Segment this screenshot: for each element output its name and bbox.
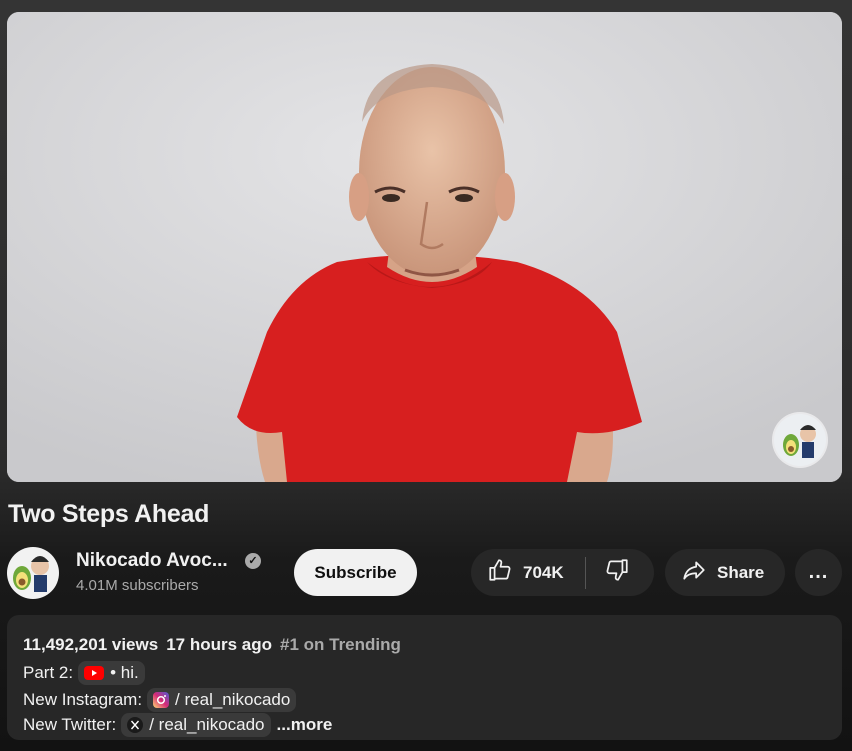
description-box[interactable]: 11,492,201 views 17 hours ago #1 on Tren… — [7, 615, 842, 740]
more-actions-button[interactable]: ... — [795, 549, 842, 596]
instagram-line: New Instagram: / real_nikocado — [23, 688, 297, 712]
share-arrow-icon — [681, 557, 707, 588]
verified-check-icon: ✓ — [245, 553, 261, 569]
instagram-link-text: / real_nikocado — [175, 690, 291, 709]
instagram-label: New Instagram: — [23, 690, 143, 709]
like-count: 704K — [523, 562, 564, 582]
like-button[interactable]: 704K — [471, 549, 585, 596]
video-frame — [7, 12, 842, 482]
thumbs-up-icon — [487, 557, 513, 588]
twitter-label: New Twitter: — [23, 715, 117, 734]
trending-badge[interactable]: #1 on Trending — [280, 635, 401, 655]
twitter-line: New Twitter: / real_nikocado ...more — [23, 713, 332, 737]
channel-avatar-icon[interactable] — [7, 547, 59, 599]
video-title: Two Steps Ahead — [8, 500, 210, 528]
like-dislike-group: 704K — [471, 549, 654, 596]
channel-name[interactable]: Nikocado Avoc... — [76, 550, 228, 572]
upload-age: 17 hours ago — [166, 635, 272, 654]
more-dots-icon: ... — [808, 561, 829, 583]
video-player[interactable] — [7, 12, 842, 482]
share-label: Share — [717, 562, 765, 582]
part2-line: Part 2: • hi. — [23, 661, 145, 685]
instagram-link[interactable]: / real_nikocado — [147, 688, 297, 712]
view-count: 11,492,201 views — [23, 635, 159, 654]
subscriber-count: 4.01M subscribers — [76, 577, 199, 594]
twitter-link-text: / real_nikocado — [149, 715, 265, 734]
part2-link[interactable]: • hi. — [78, 661, 145, 685]
twitter-link[interactable]: / real_nikocado — [121, 713, 271, 737]
instagram-icon — [153, 692, 170, 708]
x-twitter-icon — [127, 717, 144, 733]
part2-link-text: • hi. — [110, 663, 139, 682]
share-button[interactable]: Share — [665, 549, 785, 596]
part2-label: Part 2: — [23, 663, 74, 682]
youtube-icon — [84, 666, 105, 680]
video-meta: 11,492,201 views 17 hours ago #1 on Tren… — [23, 635, 401, 655]
description-more-link[interactable]: ...more — [277, 715, 333, 735]
channel-watermark-icon[interactable] — [774, 414, 826, 466]
dislike-button[interactable] — [586, 549, 648, 596]
subscribe-button[interactable]: Subscribe — [294, 549, 417, 596]
thumbs-down-icon — [604, 557, 630, 588]
